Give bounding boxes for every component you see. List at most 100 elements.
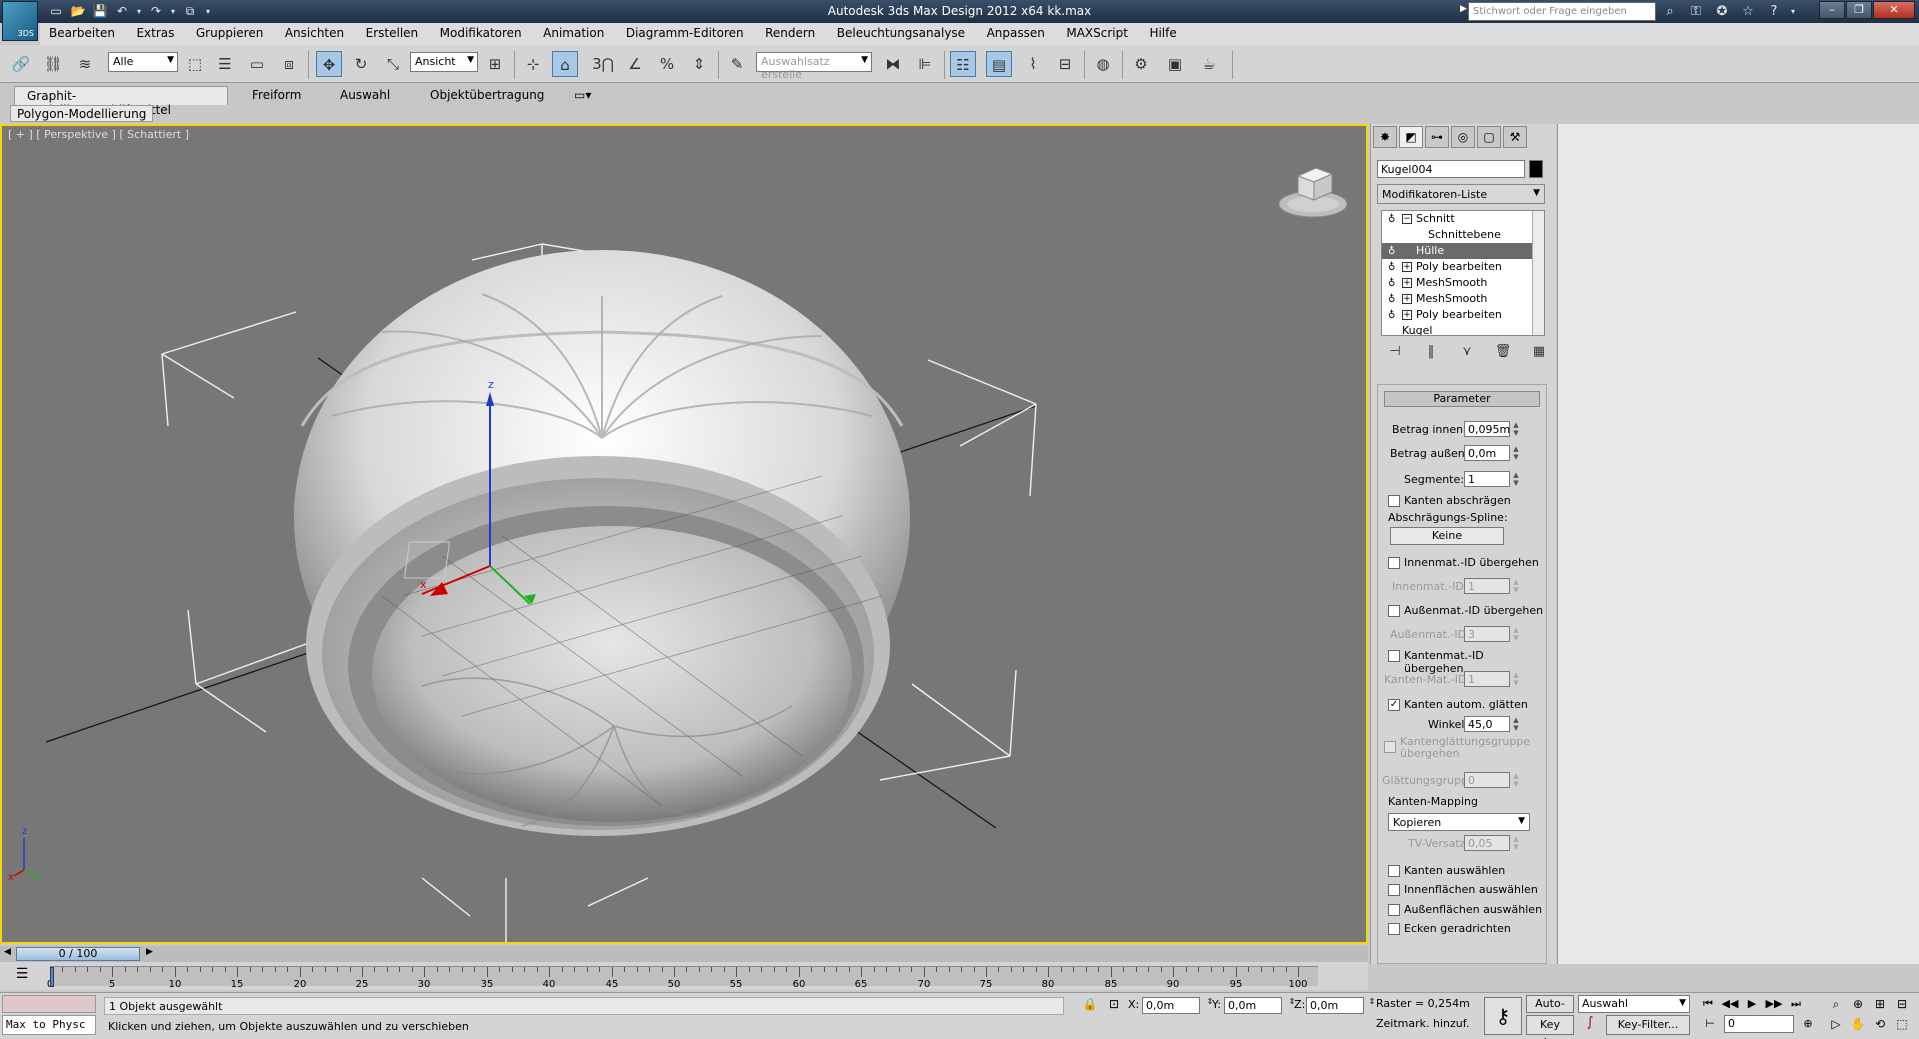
stack-item[interactable]: Kugel xyxy=(1382,323,1544,335)
window-crossing-icon[interactable]: ⧈ xyxy=(276,51,302,77)
select-and-move-icon[interactable]: ✥ xyxy=(316,51,342,77)
render-setup-icon[interactable]: ⚙ xyxy=(1128,51,1154,77)
percent-snap-icon[interactable]: % xyxy=(654,51,680,77)
bulb-icon[interactable]: ♁ xyxy=(1388,260,1402,276)
betrag-innen-spinner[interactable]: 0,095m xyxy=(1464,421,1510,437)
selection-filter-dropdown[interactable]: Alle ▼ xyxy=(108,52,178,72)
menu-bearbeiten[interactable]: Bearbeiten xyxy=(40,23,124,43)
display-tab-icon[interactable]: ▢ xyxy=(1477,126,1501,148)
stack-subitem[interactable]: Schnittebene xyxy=(1382,227,1544,243)
spinner-arrows-icon[interactable]: ▲ ▼ xyxy=(1512,471,1520,487)
stack-item[interactable]: ♁ + Poly bearbeiten xyxy=(1382,259,1544,275)
bulb-icon[interactable]: ♁ xyxy=(1388,244,1402,260)
menu-rendern[interactable]: Rendern xyxy=(756,23,824,43)
absolute-mode-icon[interactable]: ⊡ xyxy=(1106,997,1122,1013)
menu-animation[interactable]: Animation xyxy=(534,23,613,43)
spinner-arrows-icon[interactable]: ▲ ▼ xyxy=(1512,835,1520,851)
innenflaechen-auswaehlen-checkbox[interactable] xyxy=(1388,884,1400,896)
expand-icon[interactable]: + xyxy=(1402,310,1412,320)
time-slider[interactable]: ◀ 0 / 100 ▶ xyxy=(0,946,1368,962)
aussenflaechen-auswaehlen-checkbox[interactable] xyxy=(1388,904,1400,916)
subscription-key-icon[interactable]: ⚿ xyxy=(1684,2,1708,21)
select-by-name-icon[interactable]: ☰ xyxy=(212,51,238,77)
viewcube[interactable] xyxy=(1278,160,1348,220)
segmente-spinner[interactable]: 1 xyxy=(1464,471,1510,487)
zoom-icon[interactable]: ⌕ xyxy=(1826,995,1846,1013)
goto-start-icon[interactable]: ⏮ xyxy=(1698,995,1718,1013)
remove-modifier-icon[interactable]: 🗑 xyxy=(1489,344,1517,364)
goto-end-icon[interactable]: ⏭ xyxy=(1786,995,1806,1013)
graphite-ribbon-toggle-icon[interactable]: ▤ xyxy=(986,51,1012,77)
next-frame-icon[interactable]: ▶▶ xyxy=(1764,995,1784,1013)
aussenmat-id-spinner[interactable]: 3 xyxy=(1464,626,1510,642)
collapse-icon[interactable]: − xyxy=(1402,214,1412,224)
panel-polygon-modellierung[interactable]: Polygon-Modellierung xyxy=(10,105,154,122)
communication-center-icon[interactable]: ✪ xyxy=(1710,2,1734,21)
spinner-arrows-icon[interactable]: ▲ ▼ xyxy=(1512,578,1520,594)
stack-item[interactable]: ♁ + MeshSmooth xyxy=(1382,291,1544,307)
menu-erstellen[interactable]: Erstellen xyxy=(357,23,428,43)
object-name-field[interactable]: Kugel004 xyxy=(1377,160,1525,178)
pin-stack-icon[interactable]: ⊣ xyxy=(1381,344,1409,364)
keyboard-shortcut-override-icon[interactable]: ⌂ xyxy=(552,51,578,77)
kanten-glaetten-checkbox[interactable]: ✓ xyxy=(1388,699,1400,711)
spinner-arrows-icon[interactable]: ▲ ▼ xyxy=(1512,716,1520,732)
stack-scrollbar[interactable] xyxy=(1532,211,1544,335)
kantenglaettungsgruppe-checkbox[interactable] xyxy=(1384,741,1396,753)
track-bar-filter-icon[interactable]: ☰ xyxy=(10,966,34,988)
field-of-view-icon[interactable]: ▷ xyxy=(1826,1015,1846,1033)
time-slider-prev-icon[interactable]: ◀ xyxy=(4,947,11,957)
bulb-icon[interactable]: ♁ xyxy=(1388,276,1402,292)
rollout-header[interactable]: Parameter xyxy=(1384,391,1540,407)
select-and-scale-icon[interactable]: ⤡ xyxy=(380,51,406,77)
hierarchy-tab-icon[interactable]: ⊶ xyxy=(1425,126,1449,148)
bulb-icon[interactable]: ♁ xyxy=(1388,292,1402,308)
search-binoculars-icon[interactable]: ⌕ xyxy=(1658,2,1682,21)
edit-named-selection-icon[interactable]: ✎ xyxy=(724,51,750,77)
menu-anpassen[interactable]: Anpassen xyxy=(978,23,1054,43)
application-menu-button[interactable]: 3DS xyxy=(2,1,38,41)
object-color-swatch[interactable] xyxy=(1529,160,1543,178)
time-slider-next-icon[interactable]: ▶ xyxy=(146,947,153,957)
zoom-all-icon[interactable]: ⊕ xyxy=(1848,995,1868,1013)
x-coordinate-field[interactable]: 0,0m xyxy=(1142,997,1200,1014)
spinner-arrows-icon[interactable]: ▲ ▼ xyxy=(1512,772,1520,788)
align-icon[interactable]: ⊫ xyxy=(912,51,938,77)
material-editor-icon[interactable]: ◍ xyxy=(1090,51,1116,77)
track-bar-ruler[interactable]: 0510152025303540455055606570758085909510… xyxy=(47,966,1318,990)
y-coordinate-field[interactable]: 0,0m xyxy=(1224,997,1282,1014)
menu-hilfe[interactable]: Hilfe xyxy=(1140,23,1185,43)
perspective-viewport[interactable]: z x z x y [ + ] [ Perspektive ] [ Schatt… xyxy=(0,124,1368,944)
maxscript-listener-output[interactable] xyxy=(2,995,96,1013)
spinner-arrows-icon[interactable]: ▲ ▼ xyxy=(1512,671,1520,687)
menu-extras[interactable]: Extras xyxy=(127,23,183,43)
previous-frame-icon[interactable]: ◀◀ xyxy=(1720,995,1740,1013)
maximize-viewport-icon[interactable]: ⬚ xyxy=(1892,1015,1912,1033)
menu-ansichten[interactable]: Ansichten xyxy=(276,23,353,43)
add-time-tag-button[interactable]: Zeitmark. hinzuf. xyxy=(1376,1017,1469,1030)
favorites-star-icon[interactable]: ☆ xyxy=(1736,2,1760,21)
kanten-mat-id-spinner[interactable]: 1 xyxy=(1464,671,1510,687)
spinner-arrows-icon[interactable]: ▲ ▼ xyxy=(1512,421,1520,437)
make-unique-icon[interactable]: ⋎ xyxy=(1453,344,1481,364)
minimize-button[interactable]: – xyxy=(1819,1,1845,19)
key-selection-set-dropdown[interactable]: Auswahl ▼ xyxy=(1578,995,1690,1013)
auto-key-button[interactable]: Auto-Key xyxy=(1526,995,1574,1026)
play-icon[interactable]: ▶ xyxy=(1742,995,1762,1013)
restore-button[interactable]: ❐ xyxy=(1846,1,1872,19)
select-object-icon[interactable]: ⬚ xyxy=(182,51,208,77)
reference-coordinate-dropdown[interactable]: Ansicht ▼ xyxy=(410,52,478,72)
stack-item[interactable]: ♁ + MeshSmooth xyxy=(1382,275,1544,291)
layer-manager-icon[interactable]: ☷ xyxy=(950,51,976,77)
betrag-aussen-spinner[interactable]: 0,0m xyxy=(1464,445,1510,461)
stack-item-selected[interactable]: ♁ Hülle xyxy=(1382,243,1544,259)
kantenmat-uebergehen-checkbox[interactable] xyxy=(1388,650,1400,662)
search-toggle-icon[interactable]: ▶ xyxy=(1460,4,1467,14)
tab-auswahl[interactable]: Auswahl xyxy=(328,86,402,105)
angle-snap-icon[interactable]: ∠ xyxy=(622,51,648,77)
stack-item[interactable]: ♁ − Schnitt xyxy=(1382,211,1544,227)
zoom-extents-all-icon[interactable]: ⊟ xyxy=(1892,995,1912,1013)
key-filter-button[interactable]: Key-Filter... xyxy=(1606,1015,1690,1035)
mirror-icon[interactable]: ⧓ xyxy=(880,51,906,77)
expand-icon[interactable]: + xyxy=(1402,294,1412,304)
